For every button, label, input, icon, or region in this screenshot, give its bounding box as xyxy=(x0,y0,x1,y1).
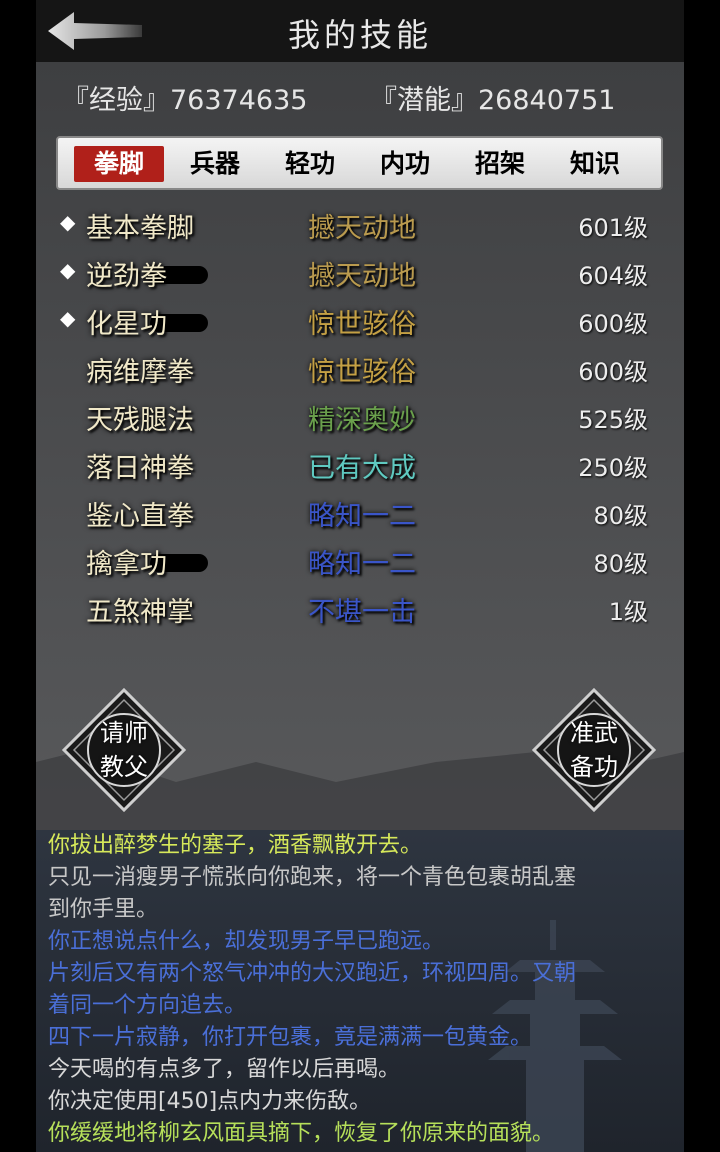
log-line: 你决定使用[450]点内力来伤敌。 xyxy=(48,1089,372,1114)
tab-lightness[interactable]: 轻功 xyxy=(265,146,355,182)
skill-level-number: 80级 xyxy=(593,550,648,578)
log-line: 片刻后又有两个怒气冲冲的大汉跑近，环视四周。又朝 xyxy=(48,961,577,986)
tab-internal[interactable]: 内功 xyxy=(360,146,450,182)
skill-rank: 精深奥妙 xyxy=(308,405,416,436)
skill-level-number: 525级 xyxy=(578,406,648,434)
log-line: 今天喝的有点多了，留作以后再喝。 xyxy=(48,1057,401,1082)
selected-diamond-icon: ◆ xyxy=(60,258,76,282)
skill-row[interactable]: ◆ 化星功 惊世骇俗 600级 xyxy=(0,300,720,348)
message-log[interactable]: 你拔出醉梦生的塞子，酒香飘散开去。 只见一消瘦男子慌张向你跑来，将一个青色包裹胡… xyxy=(36,830,684,1152)
selected-diamond-icon: ◆ xyxy=(60,306,76,330)
skill-rank: 惊世骇俗 xyxy=(308,309,416,340)
skill-rank: 撼天动地 xyxy=(308,261,416,292)
skill-row[interactable]: 天残腿法 精深奥妙 525级 xyxy=(0,396,720,444)
skill-row[interactable]: ◆ 基本拳脚 撼天动地 601级 xyxy=(0,204,720,252)
experience-stat: 『经验』76374635 xyxy=(62,85,308,116)
skill-level-number: 1级 xyxy=(608,598,648,626)
skill-rank: 已有大成 xyxy=(308,453,416,484)
skill-name: 病维摩拳 xyxy=(86,357,194,388)
prepare-martial-button[interactable]: 准武 备功 xyxy=(531,687,657,813)
skill-row[interactable]: 五煞神掌 不堪一击 1级 xyxy=(0,588,720,636)
skill-name: 天残腿法 xyxy=(86,405,194,436)
skill-rank: 不堪一击 xyxy=(308,597,416,628)
skill-name: 化星功 xyxy=(86,309,167,340)
log-line: 只见一消瘦男子慌张向你跑来，将一个青色包裹胡乱塞 xyxy=(48,865,577,890)
skill-row[interactable]: 鉴心直拳 略知一二 80级 xyxy=(0,492,720,540)
log-line: 你缓缓地将柳玄风面具摘下，恢复了你原来的面貌。 xyxy=(48,1121,555,1146)
tab-fist[interactable]: 拳脚 xyxy=(74,146,164,182)
skill-rank: 略知一二 xyxy=(308,549,416,580)
log-line: 着同一个方向追去。 xyxy=(48,993,247,1018)
skill-level-number: 601级 xyxy=(578,214,648,242)
page-title: 我的技能 xyxy=(287,16,432,54)
skill-name: 逆劲拳 xyxy=(86,261,167,292)
skill-level-number: 604级 xyxy=(578,262,648,290)
skill-name: 鉴心直拳 xyxy=(86,501,194,532)
prepare-martial-label: 准武 备功 xyxy=(570,719,618,781)
skill-row[interactable]: 擒拿功 略知一二 80级 xyxy=(0,540,720,588)
skill-name: 基本拳脚 xyxy=(86,213,194,244)
tab-knowledge[interactable]: 知识 xyxy=(550,146,640,182)
tab-weapon[interactable]: 兵器 xyxy=(170,146,260,182)
log-line: 四下一片寂静，你打开包裹，竟是满满一包黄金。 xyxy=(48,1025,533,1050)
skill-level-number: 600级 xyxy=(578,310,648,338)
skill-row[interactable]: 落日神拳 已有大成 250级 xyxy=(0,444,720,492)
potential-stat: 『潜能』26840751 xyxy=(370,85,616,116)
tab-parry[interactable]: 招架 xyxy=(455,146,545,182)
skill-row[interactable]: ◆ 逆劲拳 撼天动地 604级 xyxy=(0,252,720,300)
log-line: 你正想说点什么，却发现男子早已跑远。 xyxy=(48,929,445,954)
log-line: 你拔出醉梦生的塞子，酒香飘散开去。 xyxy=(48,833,423,858)
seek-teacher-label: 请师 教父 xyxy=(100,719,148,781)
skill-level-number: 250级 xyxy=(578,454,648,482)
skill-rank: 略知一二 xyxy=(308,501,416,532)
selected-diamond-icon: ◆ xyxy=(60,210,76,234)
skill-rank: 惊世骇俗 xyxy=(308,357,416,388)
skill-name: 五煞神掌 xyxy=(86,597,194,628)
skill-name: 擒拿功 xyxy=(86,549,167,580)
skill-rank: 撼天动地 xyxy=(308,213,416,244)
seek-teacher-button[interactable]: 请师 教父 xyxy=(61,687,187,813)
skill-level-number: 600级 xyxy=(578,358,648,386)
category-tabs: 拳脚 兵器 轻功 内功 招架 知识 xyxy=(56,136,663,190)
header-bar: 我的技能 xyxy=(36,0,684,62)
skill-name: 落日神拳 xyxy=(86,453,194,484)
skill-row[interactable]: 病维摩拳 惊世骇俗 600级 xyxy=(0,348,720,396)
skill-level-number: 80级 xyxy=(593,502,648,530)
skills-screen: 我的技能 『经验』76374635 『潜能』26840751 拳脚 兵器 轻功 … xyxy=(0,0,720,1152)
log-line: 到你手里。 xyxy=(48,897,159,922)
